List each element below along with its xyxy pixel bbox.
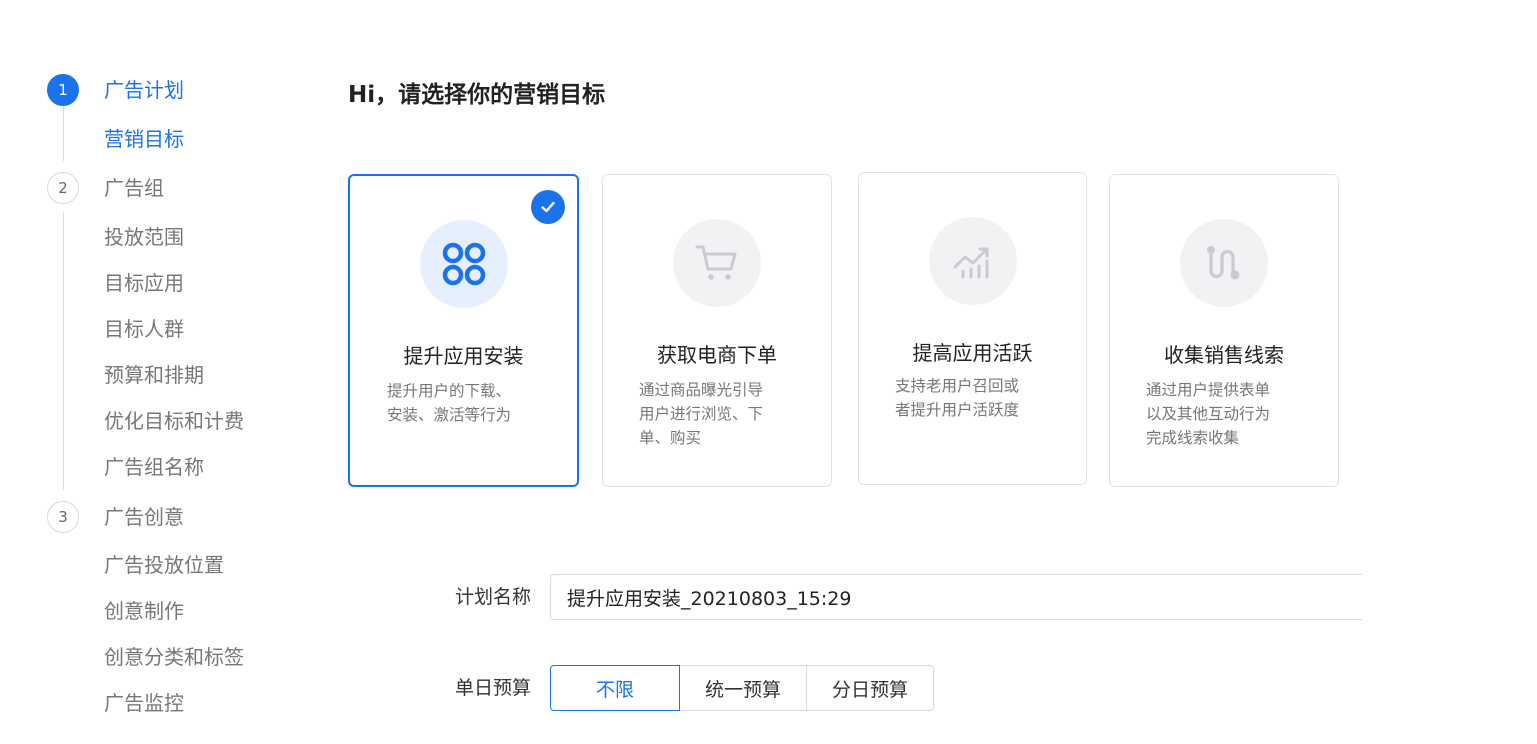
path-route-icon: [1180, 219, 1268, 307]
plan-name-input[interactable]: [550, 574, 1362, 620]
card-description: 支持老用户召回或 者提升用户活跃度: [895, 377, 1020, 419]
nav-item-creative[interactable]: 创意制作: [104, 599, 184, 623]
budget-option-unlimited[interactable]: 不限: [550, 665, 680, 711]
nav-item-placement[interactable]: 广告投放位置: [104, 553, 224, 577]
page-title: Hi，请选择你的营销目标: [348, 82, 606, 108]
trend-chart-icon: [928, 217, 1017, 305]
nav-item-adgroup-name[interactable]: 广告组名称: [104, 455, 204, 479]
card-description: 通过用户提供表单 以及其他互动行为 完成线索收集: [1146, 381, 1271, 447]
app-grid-icon: [419, 220, 508, 308]
card-title: 收集销售线索: [1164, 343, 1284, 367]
nav-item-budget-schedule[interactable]: 预算和排期: [104, 363, 204, 387]
goal-card-app-engagement[interactable]: 提高应用活跃 支持老用户召回或 者提升用户活跃度: [858, 172, 1087, 485]
goal-card-ecommerce-order[interactable]: 获取电商下单 通过商品曝光引导 用户进行浏览、下 单、购买: [602, 174, 832, 487]
step-1-title[interactable]: 广告计划: [104, 78, 184, 102]
card-description: 通过商品曝光引导 用户进行浏览、下 单、购买: [639, 381, 764, 447]
nav-item-scope[interactable]: 投放范围: [104, 225, 184, 249]
goal-card-app-install[interactable]: 提升应用安装 提升用户的下载、 安装、激活等行为: [348, 174, 579, 487]
budget-option-per-day[interactable]: 分日预算: [806, 665, 934, 711]
selected-check-icon: [531, 190, 565, 224]
shopping-cart-icon: [673, 219, 761, 307]
step-2-indicator: 2: [47, 172, 79, 204]
nav-item-monitoring[interactable]: 广告监控: [104, 691, 184, 715]
card-title: 获取电商下单: [657, 343, 777, 367]
step-connector: [63, 105, 64, 161]
nav-item-marketing-goal[interactable]: 营销目标: [104, 127, 184, 151]
step-1-indicator: 1: [47, 74, 79, 106]
step-3-title[interactable]: 广告创意: [104, 505, 184, 529]
budget-option-unified[interactable]: 统一预算: [679, 665, 807, 711]
nav-item-category-tags[interactable]: 创意分类和标签: [104, 645, 244, 669]
plan-name-label: 计划名称: [455, 586, 532, 608]
goal-card-sales-leads[interactable]: 收集销售线索 通过用户提供表单 以及其他互动行为 完成线索收集: [1109, 174, 1339, 487]
daily-budget-label: 单日预算: [455, 677, 532, 699]
daily-budget-selector: 不限 统一预算 分日预算: [550, 665, 934, 711]
step-connector: [63, 212, 64, 490]
card-title: 提升应用安装: [403, 344, 524, 368]
nav-item-target-app[interactable]: 目标应用: [104, 271, 184, 295]
step-3-indicator: 3: [47, 501, 79, 533]
step-2-title[interactable]: 广告组: [104, 176, 164, 200]
nav-item-audience[interactable]: 目标人群: [104, 317, 184, 341]
step-navigation: 1 广告计划 营销目标 2 广告组 投放范围 目标应用 目标人群 预算和排期 优…: [0, 0, 300, 744]
card-description: 提升用户的下载、 安装、激活等行为: [387, 382, 512, 424]
card-title: 提高应用活跃: [912, 341, 1033, 365]
nav-item-optimization[interactable]: 优化目标和计费: [104, 409, 244, 433]
